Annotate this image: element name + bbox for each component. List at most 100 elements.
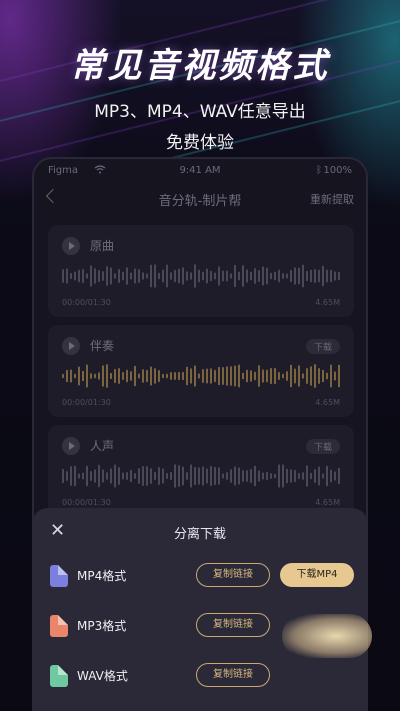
waveform-bar bbox=[78, 473, 80, 479]
waveform-bar bbox=[114, 273, 116, 279]
waveform-bar bbox=[334, 471, 336, 481]
waveform-bar bbox=[70, 272, 72, 280]
waveform-bar bbox=[130, 469, 132, 483]
play-icon[interactable] bbox=[62, 337, 80, 355]
waveform-bar bbox=[234, 365, 236, 387]
waveform-bar bbox=[82, 472, 84, 480]
waveform-bar bbox=[234, 264, 236, 288]
track-time: 00:00/01:30 bbox=[62, 398, 111, 407]
download-button[interactable]: 下载 bbox=[305, 439, 340, 454]
track-name: 人声 bbox=[90, 439, 115, 453]
waveform-bar bbox=[246, 469, 248, 483]
waveform-bar bbox=[122, 372, 124, 380]
waveform-bar bbox=[166, 264, 168, 288]
waveform-bar bbox=[74, 373, 76, 379]
waveform-bar bbox=[154, 368, 156, 384]
waveform-bar bbox=[86, 364, 88, 388]
track-card-original: 原曲 00:00/01:30 4.65M bbox=[48, 225, 354, 317]
waveform bbox=[62, 464, 340, 488]
waveform-bar bbox=[218, 266, 220, 286]
copy-link-button[interactable]: 复制链接 bbox=[196, 613, 270, 637]
waveform-bar bbox=[306, 465, 308, 487]
waveform-bar bbox=[254, 371, 256, 381]
waveform-bar bbox=[270, 473, 272, 479]
download-sheet: ✕ 分离下载 MP4格式 复制链接 下载MP4 MP3格式 复制链接 WAV格式… bbox=[32, 508, 372, 711]
format-label: MP4格式 bbox=[77, 569, 127, 583]
format-row-mp4: MP4格式 复制链接 下载MP4 bbox=[32, 562, 368, 592]
waveform-bar bbox=[178, 371, 180, 381]
waveform-bar bbox=[314, 468, 316, 484]
waveform-bar bbox=[182, 371, 184, 381]
waveform-bar bbox=[142, 272, 144, 280]
re-extract-button[interactable]: 重新提取 bbox=[310, 191, 354, 207]
waveform-bar bbox=[198, 269, 200, 283]
waveform-bar bbox=[66, 471, 68, 481]
waveform-bar bbox=[122, 271, 124, 281]
waveform-bar bbox=[210, 368, 212, 384]
copy-link-button[interactable]: 复制链接 bbox=[196, 663, 270, 687]
play-icon[interactable] bbox=[62, 237, 80, 255]
waveform-bar bbox=[190, 368, 192, 384]
play-icon[interactable] bbox=[62, 437, 80, 455]
waveform-bar bbox=[186, 271, 188, 281]
waveform-bar bbox=[94, 268, 96, 284]
track-size: 4.65M bbox=[315, 498, 340, 507]
waveform-bar bbox=[138, 269, 140, 283]
waveform-bar bbox=[202, 368, 204, 384]
waveform-bar bbox=[238, 364, 240, 388]
waveform-bar bbox=[70, 369, 72, 383]
waveform-bar bbox=[114, 368, 116, 384]
waveform-bar bbox=[334, 271, 336, 281]
waveform-bar bbox=[174, 372, 176, 380]
waveform-bar bbox=[118, 269, 120, 283]
waveform-bar bbox=[154, 264, 156, 288]
waveform-bar bbox=[62, 269, 64, 283]
waveform-bar bbox=[82, 370, 84, 382]
waveform-bar bbox=[202, 271, 204, 281]
sheet-title: 分离下载 bbox=[173, 527, 226, 542]
waveform-bar bbox=[110, 267, 112, 285]
waveform-bar bbox=[134, 473, 136, 479]
waveform-bar bbox=[286, 468, 288, 484]
hero-subtitle-line2: 免费体验 bbox=[166, 133, 234, 153]
waveform-bar bbox=[214, 272, 216, 280]
waveform-bar bbox=[282, 273, 284, 279]
waveform-bar bbox=[238, 467, 240, 485]
waveform-bar bbox=[74, 465, 76, 487]
waveform-bar bbox=[190, 272, 192, 280]
waveform-bar bbox=[174, 464, 176, 488]
download-mp4-button[interactable]: 下载MP4 bbox=[280, 563, 354, 587]
waveform-bar bbox=[194, 264, 196, 288]
waveform-bar bbox=[70, 466, 72, 486]
waveform-bar bbox=[178, 465, 180, 487]
track-name: 原曲 bbox=[90, 239, 115, 253]
waveform-bar bbox=[262, 472, 264, 480]
waveform-bar bbox=[286, 371, 288, 381]
waveform-bar bbox=[118, 467, 120, 485]
waveform-bar bbox=[326, 465, 328, 487]
waveform-bar bbox=[282, 373, 284, 379]
waveform-bar bbox=[338, 467, 340, 485]
copy-link-button[interactable]: 复制链接 bbox=[196, 563, 270, 587]
track-size: 4.65M bbox=[315, 398, 340, 407]
waveform-bar bbox=[106, 266, 108, 286]
wav-file-icon bbox=[50, 665, 68, 687]
waveform-bar bbox=[150, 468, 152, 484]
bluetooth-icon: ᛒ bbox=[316, 165, 322, 176]
download-button[interactable]: 下载 bbox=[305, 339, 340, 354]
track-time: 00:00/01:30 bbox=[62, 498, 111, 507]
waveform-bar bbox=[146, 273, 148, 279]
waveform-bar bbox=[262, 369, 264, 383]
waveform-bar bbox=[162, 373, 164, 379]
waveform-bar bbox=[338, 364, 340, 388]
waveform-bar bbox=[142, 466, 144, 486]
waveform-bar bbox=[222, 270, 224, 282]
waveform-bar bbox=[170, 272, 172, 280]
hero-subtitle-line1: MP3、MP4、WAV任意导出 bbox=[94, 102, 306, 122]
waveform-bar bbox=[330, 269, 332, 283]
waveform-bar bbox=[318, 368, 320, 384]
waveform-bar bbox=[178, 268, 180, 284]
waveform-bar bbox=[170, 371, 172, 381]
waveform-bar bbox=[302, 264, 304, 288]
waveform-bar bbox=[194, 466, 196, 486]
